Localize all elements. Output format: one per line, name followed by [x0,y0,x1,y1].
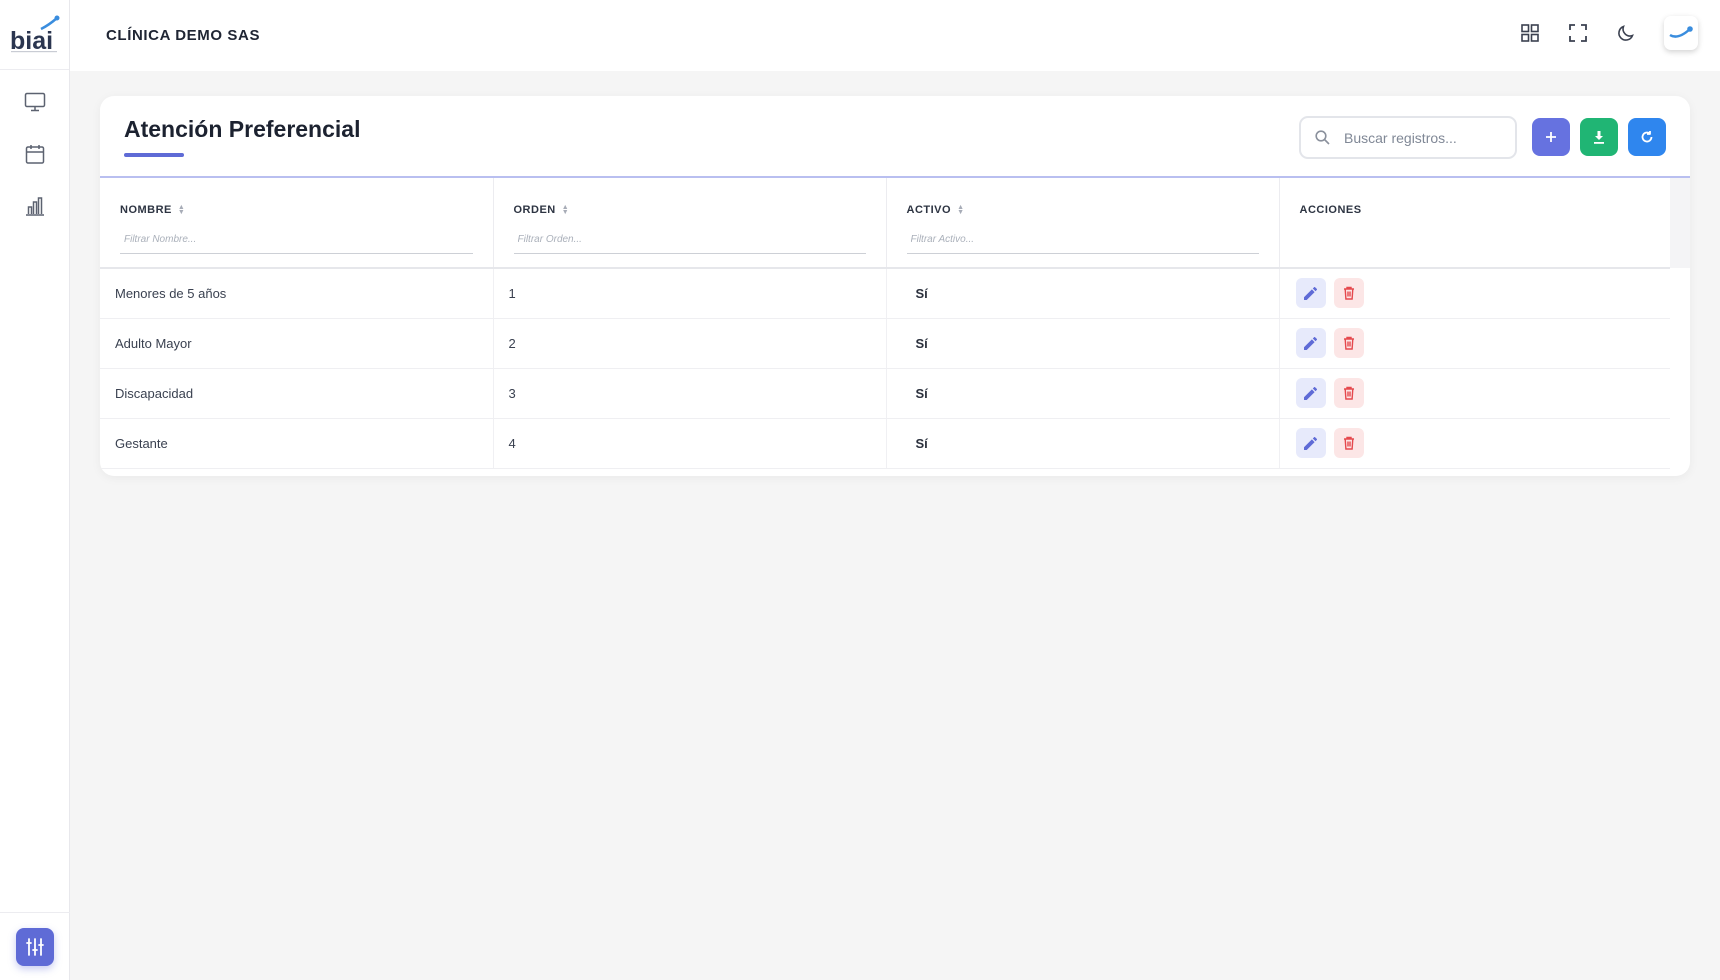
settings-button[interactable] [16,927,54,966]
column-label: NOMBRE [120,204,172,216]
cell-activo: Sí [886,268,1280,319]
cell-orden: 2 [493,318,887,369]
cell-activo: Sí [886,368,1280,419]
sidebar-item-dashboard[interactable] [19,86,51,118]
sort-icon: ▲ ▼ [561,204,570,216]
filter-nombre-input[interactable] [120,230,473,254]
cell-orden: 4 [493,418,887,469]
user-avatar[interactable] [1664,16,1698,50]
column-header-nombre: NOMBRE ▲ ▼ [100,178,494,269]
sort-icon: ▲ ▼ [177,204,186,216]
edit-button[interactable] [1295,328,1326,358]
pencil-icon [1304,386,1317,400]
sidebar-nav [0,70,69,222]
cell-nombre: Adulto Mayor [100,318,494,369]
pencil-icon [1304,336,1317,350]
records-card: Atención Preferencial Buscar registros..… [100,96,1690,476]
cell-acciones [1279,418,1670,469]
refresh-icon [1641,131,1653,143]
table-row[interactable]: Adulto Mayor 2 Sí [100,318,1670,369]
title-underline [124,153,184,157]
pencil-icon [1304,286,1317,300]
edit-button[interactable] [1295,278,1326,309]
column-header-orden: ORDEN ▲ ▼ [493,178,887,269]
trash-icon [1343,386,1354,400]
cell-nombre: Discapacidad [100,368,494,419]
table-row[interactable]: Discapacidad 3 Sí [100,368,1670,419]
cell-nombre: Menores de 5 años [100,268,494,319]
moon-icon [1618,25,1634,41]
delete-button[interactable] [1333,428,1364,458]
delete-button[interactable] [1333,378,1364,408]
cell-orden: 1 [493,268,887,319]
cell-orden: 3 [493,368,887,419]
search-box[interactable] [1299,116,1517,159]
fullscreen-icon [1569,24,1587,42]
column-sort-orden[interactable]: ORDEN ▲ ▼ [514,204,866,216]
column-sort-activo[interactable]: ACTIVO ▲ ▼ [907,204,1259,216]
table-row[interactable]: Gestante 4 Sí [100,418,1670,469]
delete-button[interactable] [1333,278,1364,309]
dark-mode-toggle[interactable] [1610,14,1642,52]
column-header-activo: ACTIVO ▲ ▼ [886,178,1280,269]
cell-activo: Sí [886,318,1280,369]
table-scrollbar[interactable] [1670,178,1690,268]
logo-mark: biai [10,15,59,55]
search-input[interactable] [1344,129,1494,146]
sliders-icon [26,937,44,956]
sidebar: biai [0,0,70,980]
download-icon [1594,130,1604,144]
sidebar-footer [0,912,70,980]
sidebar-item-reports[interactable] [19,190,51,222]
pencil-icon [1304,436,1317,450]
sidebar-item-calendar[interactable] [19,138,51,170]
cell-activo: Sí [886,418,1280,469]
grid-icon [1521,24,1539,42]
monitor-icon [24,92,45,112]
card-header: Atención Preferencial [100,96,1690,178]
column-label: ACTIVO [906,204,952,216]
column-sort-nombre[interactable]: NOMBRE ▲ ▼ [120,204,473,216]
svg-text:biai: biai [10,27,53,55]
page-title: Atención Preferencial [124,116,361,142]
column-label: ORDEN [513,204,556,216]
plus-icon [1546,132,1556,142]
add-button[interactable] [1532,118,1570,156]
cell-acciones [1279,368,1670,419]
delete-button[interactable] [1333,328,1364,358]
table-header-row: NOMBRE ▲▼ ORDEN ▲▼ ACTIVO ▲▼ [100,178,1670,269]
cell-acciones [1279,268,1670,319]
column-header-acciones: ACCIONES [1279,178,1670,269]
column-label: ACCIONES [1299,204,1362,216]
filter-orden-input[interactable] [513,230,866,254]
company-name: CLÍNICA DEMO SAS [106,27,261,44]
cell-acciones [1279,318,1670,369]
trash-icon [1343,436,1354,450]
download-button[interactable] [1580,118,1618,156]
apps-button[interactable] [1514,14,1546,52]
edit-button[interactable] [1295,428,1326,458]
trash-icon [1343,287,1354,300]
avatar-logo-icon [1669,26,1693,38]
fullscreen-button[interactable] [1562,14,1594,52]
topbar: CLÍNICA DEMO SAS [70,0,1720,71]
cell-nombre: Gestante [100,418,494,469]
column-label-acciones: ACCIONES [1300,204,1651,216]
calendar-icon [25,144,44,164]
search-icon [1315,130,1330,145]
filter-activo-input[interactable] [906,230,1259,254]
records-table: NOMBRE ▲▼ ORDEN ▲▼ ACTIVO ▲▼ [100,178,1670,469]
logo[interactable]: biai [0,0,69,70]
table-row[interactable]: Menores de 5 años 1 Sí [100,268,1670,319]
topbar-actions [1514,14,1698,52]
sort-icon: ▲ ▼ [957,204,965,216]
trash-icon [1343,336,1354,350]
edit-button[interactable] [1295,378,1326,408]
bar-chart-icon [25,197,44,216]
refresh-button[interactable] [1628,118,1666,156]
